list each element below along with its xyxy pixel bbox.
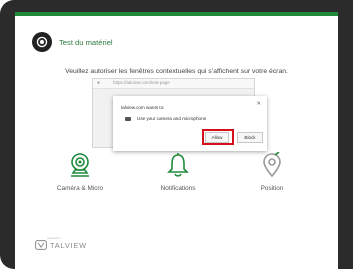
powered-by-text: powered by <box>47 237 61 240</box>
hardware-test-screen: Test du matériel Veuillez autoriser les … <box>15 12 338 269</box>
talview-brand: TALVIEW <box>50 240 87 250</box>
allow-highlight-box <box>202 129 234 145</box>
feature-label: Position <box>260 185 284 192</box>
close-icon[interactable]: ✕ <box>256 101 261 107</box>
accent-bar <box>15 12 338 16</box>
address-bar-url: https://talview.com/test-page <box>113 80 170 85</box>
permission-row: Use your camera and microphone <box>125 116 206 121</box>
feature-position: Position <box>227 152 317 192</box>
talview-logo: powered by TALVIEW <box>35 237 87 250</box>
lock-icon: ● <box>97 80 101 86</box>
instruction-text: Veuillez autoriser les fenêtres contextu… <box>65 68 288 75</box>
webcam-logo-icon <box>32 32 52 52</box>
block-button[interactable]: Block <box>237 132 263 143</box>
feature-camera-mic: Caméra & Micro <box>35 152 125 192</box>
permission-text: Use your camera and microphone <box>137 116 207 121</box>
talview-mark-icon <box>35 240 47 250</box>
page-title: Test du matériel <box>59 37 113 47</box>
permission-site-text: talview.com wants to: <box>121 105 165 110</box>
webcam-icon <box>71 153 89 177</box>
feature-label: Caméra & Micro <box>56 185 104 192</box>
page-header: Test du matériel <box>32 32 113 52</box>
feature-notifications: Notifications <box>133 152 223 192</box>
address-bar: ● https://talview.com/test-page <box>93 79 254 89</box>
permission-popup: ✕ talview.com wants to: Use your camera … <box>113 96 267 151</box>
bell-icon <box>167 153 189 177</box>
camera-icon <box>125 116 131 121</box>
feature-label: Notifications <box>160 185 196 192</box>
location-pin-icon <box>263 152 281 178</box>
